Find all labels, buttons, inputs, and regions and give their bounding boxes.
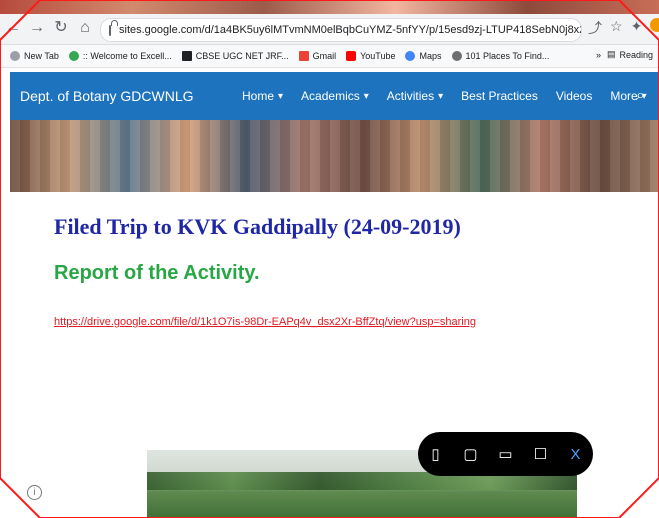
site-header: Dept. of Botany GDCWNLG Home ▾ Academics… bbox=[10, 72, 659, 120]
profile-avatar[interactable] bbox=[650, 18, 659, 32]
url-text: sites.google.com/d/1a4BK5uy6lMTvmNM0elBq… bbox=[119, 24, 581, 36]
preview-toolbar: ▯ ▢ ▭ ☐ X bbox=[418, 432, 593, 476]
bookmark-label: Gmail bbox=[312, 51, 337, 61]
extension-icon[interactable]: ✦ bbox=[631, 18, 643, 38]
n-icon bbox=[181, 51, 192, 61]
phone-icon[interactable]: ▯ bbox=[424, 445, 448, 463]
more-bookmarks-icon[interactable]: » bbox=[596, 50, 601, 60]
reload-icon[interactable]: ↻ bbox=[52, 19, 70, 37]
bookmark-label: :: Welcome to Excell... bbox=[82, 51, 172, 61]
top-image-strip bbox=[0, 0, 659, 14]
nav-home[interactable]: Home ▾ bbox=[242, 89, 283, 103]
site-title[interactable]: Dept. of Botany GDCWNLG bbox=[20, 88, 194, 104]
google-apps-icon bbox=[10, 51, 20, 61]
nav-activities[interactable]: Activities ▾ bbox=[387, 89, 443, 103]
share-icon[interactable]: ⤴ bbox=[588, 18, 602, 38]
bookmark-label: CBSE UGC NET JRF... bbox=[195, 51, 289, 61]
site-nav: Home ▾ Academics ▾ Activities ▾ Best Pra… bbox=[242, 89, 647, 103]
report-link[interactable]: https://drive.google.com/file/d/1k1O7is-… bbox=[54, 316, 476, 328]
reading-list-label: Reading bbox=[619, 49, 653, 60]
bookmark-youtube[interactable]: YouTube bbox=[346, 51, 395, 61]
chevron-down-icon: ▾ bbox=[438, 90, 444, 102]
bookmark-label: YouTube bbox=[360, 51, 396, 61]
forward-icon[interactable]: → bbox=[28, 19, 46, 37]
nav-label: Activities bbox=[386, 89, 435, 103]
lock-icon bbox=[109, 19, 118, 36]
address-icons: ⤴ ☆ ✦ ⋮ bbox=[588, 18, 659, 38]
tablet-icon[interactable]: ▢ bbox=[459, 445, 483, 463]
reading-list[interactable]: » ▤ Reading bbox=[596, 49, 653, 60]
reading-list-icon: ▤ bbox=[606, 49, 616, 59]
gmail-icon bbox=[298, 51, 309, 61]
nav-label: Home bbox=[242, 89, 275, 103]
chevron-down-icon: ▾ bbox=[363, 90, 369, 102]
maps-icon bbox=[405, 51, 416, 61]
nav-academics[interactable]: Academics ▾ bbox=[301, 89, 369, 103]
star-icon[interactable]: ☆ bbox=[610, 18, 623, 38]
browser-toolbar: ← → ↻ ⌂ sites.google.com/d/1a4BK5uy6lMTv… bbox=[0, 14, 659, 45]
bookmark-maps[interactable]: Maps bbox=[405, 51, 442, 61]
page-title: Filed Trip to KVK Gaddipally (24-09-2019… bbox=[54, 214, 461, 239]
youtube-icon bbox=[346, 51, 357, 61]
home-icon[interactable]: ⌂ bbox=[76, 19, 94, 37]
bookmark-label: Maps bbox=[419, 51, 442, 61]
desktop-icon[interactable]: ▭ bbox=[494, 445, 518, 463]
bookmark-label: 101 Places To Find... bbox=[465, 51, 550, 61]
nav-best-practices[interactable]: Best Practices bbox=[461, 89, 538, 103]
back-icon[interactable]: ← bbox=[4, 19, 22, 37]
info-icon[interactable]: i bbox=[27, 485, 42, 500]
bookmarks-bar: New Tab :: Welcome to Excell... CBSE UGC… bbox=[0, 45, 659, 68]
nav-label: More bbox=[610, 89, 638, 103]
hero-banner bbox=[10, 120, 659, 192]
bookmark-excel[interactable]: :: Welcome to Excell... bbox=[68, 51, 172, 61]
bookmark-gmail[interactable]: Gmail bbox=[298, 51, 337, 61]
comment-icon[interactable]: ☐ bbox=[529, 445, 553, 463]
section-title: Report of the Activity. bbox=[54, 262, 260, 284]
screenshot-frame: ← → ↻ ⌂ sites.google.com/d/1a4BK5uy6lMTv… bbox=[0, 0, 659, 518]
bookmark-label: New Tab bbox=[24, 51, 59, 61]
bookmark-101-places[interactable]: 101 Places To Find... bbox=[451, 51, 550, 61]
nav-label: Academics bbox=[301, 89, 360, 103]
nav-videos[interactable]: Videos bbox=[556, 89, 592, 103]
globe-icon bbox=[451, 51, 462, 61]
nav-label: Videos bbox=[555, 89, 593, 103]
green-circle-icon bbox=[68, 51, 79, 61]
close-icon[interactable]: X bbox=[564, 446, 588, 463]
nav-label: Best Practices bbox=[461, 89, 538, 103]
bookmark-new-tab[interactable]: New Tab bbox=[10, 51, 59, 61]
bookmark-cbse[interactable]: CBSE UGC NET JRF... bbox=[181, 51, 289, 61]
address-bar[interactable]: sites.google.com/d/1a4BK5uy6lMTvmNM0elBq… bbox=[100, 18, 582, 42]
search-icon[interactable]: ⌕ bbox=[636, 87, 645, 105]
chevron-down-icon: ▾ bbox=[278, 90, 284, 102]
